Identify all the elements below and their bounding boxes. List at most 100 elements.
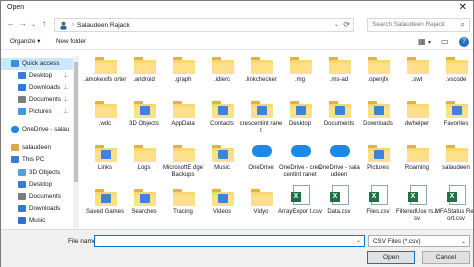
folder-item[interactable]: .swt bbox=[395, 53, 439, 99]
help-icon[interactable]: ? bbox=[459, 37, 469, 47]
sidebar-item-onedrive-salau[interactable]: OneDrive - salau bbox=[1, 124, 73, 136]
chevron-down-icon[interactable]: ⌄ bbox=[356, 237, 361, 244]
special-folder-icon bbox=[212, 185, 234, 207]
sidebar-item-music[interactable]: Music bbox=[1, 215, 73, 227]
special-folder-icon bbox=[134, 185, 156, 207]
special-folder-icon bbox=[212, 141, 234, 163]
folder-item[interactable]: OneDrive - crescentint ranet bbox=[278, 141, 322, 187]
folder-item[interactable]: Tracing bbox=[161, 185, 205, 229]
sidebar-item-salaudeen[interactable]: salaudeen bbox=[1, 142, 73, 154]
onedrive-cloud-icon bbox=[290, 141, 312, 163]
refresh-icon[interactable]: ⟳ bbox=[343, 20, 350, 29]
forward-arrow-icon[interactable]: → bbox=[19, 19, 27, 28]
item-name: .amokexifs orter bbox=[83, 77, 127, 83]
file-type-select[interactable]: CSV Files (*.csv) ⌄ bbox=[368, 235, 470, 247]
onedrive-cloud-icon bbox=[329, 141, 351, 163]
sidebar-item-desktop[interactable]: Desktop bbox=[1, 179, 73, 191]
file-item[interactable]: X Data.csv bbox=[317, 185, 361, 229]
organize-button[interactable]: Organize ▾ bbox=[10, 38, 40, 45]
sidebar-item-label: Desktop bbox=[29, 181, 53, 188]
folder-item[interactable]: Pictures bbox=[356, 141, 400, 187]
folder-item[interactable]: Documents bbox=[317, 97, 361, 143]
sidebar-item-downloads[interactable]: Downloads ⊥ bbox=[1, 82, 73, 94]
sidebar-item-downloads[interactable]: Downloads bbox=[1, 203, 73, 215]
folder-item[interactable]: AppData bbox=[161, 97, 205, 143]
address-bar[interactable]: › Salaudeen Rajack ⌄ ⟳ bbox=[54, 18, 354, 32]
folder-item[interactable]: salaudeen bbox=[434, 141, 473, 187]
view-chevron-icon[interactable]: ▾ bbox=[428, 39, 431, 46]
sidebar-item-3d-objects[interactable]: 3D Objects bbox=[1, 167, 73, 179]
view-options-icon[interactable]: ▦ bbox=[418, 37, 426, 46]
file-item[interactable]: X MFAStatus Report.csv bbox=[434, 185, 473, 229]
preview-pane-icon[interactable]: ▭ bbox=[441, 37, 449, 46]
dialog-footer: File name: ⌄ CSV Files (*.csv) ⌄ Open Ca… bbox=[1, 229, 473, 267]
navigation-scrollbar[interactable] bbox=[73, 56, 79, 228]
item-name: Pictures bbox=[367, 165, 389, 171]
special-folder-icon bbox=[134, 97, 156, 119]
folder-item[interactable]: Roaming bbox=[395, 141, 439, 187]
close-icon[interactable]: ✕ bbox=[459, 2, 467, 13]
folder-item[interactable]: Downloads bbox=[356, 97, 400, 143]
open-dialog: Open ✕ ← → ⌄ ↑ › Salaudeen Rajack ⌄ ⟳ Se… bbox=[0, 0, 474, 267]
folder-item[interactable]: .vscode bbox=[434, 53, 473, 99]
file-item[interactable]: X Files.csv bbox=[356, 185, 400, 229]
search-placeholder: Search Salaudeen Rajack bbox=[372, 21, 445, 28]
search-input[interactable]: Search Salaudeen Rajack ⌕ bbox=[367, 18, 470, 32]
folder-item[interactable]: .openjfx bbox=[356, 53, 400, 99]
new-folder-button[interactable]: New folder bbox=[56, 38, 86, 45]
sidebar-item-quick-access[interactable]: Quick access bbox=[1, 58, 73, 70]
folder-icon bbox=[173, 141, 195, 163]
star-icon bbox=[11, 60, 19, 67]
chevron-down-icon[interactable]: ⌄ bbox=[334, 21, 339, 28]
folder-item[interactable]: Searches bbox=[122, 185, 166, 229]
folder-item[interactable]: .amokexifs orter bbox=[83, 53, 127, 99]
folder-icon bbox=[446, 53, 468, 75]
navigation-bar: ← → ⌄ ↑ › Salaudeen Rajack ⌄ ⟳ Search Sa… bbox=[1, 16, 473, 34]
sidebar-item-label: Downloads bbox=[29, 205, 61, 212]
back-arrow-icon[interactable]: ← bbox=[7, 19, 15, 28]
folder-item[interactable]: dwhelper bbox=[395, 97, 439, 143]
folder-item[interactable]: .linkchecker bbox=[239, 53, 283, 99]
folder-item[interactable]: OneDrive bbox=[239, 141, 283, 187]
folder-item[interactable]: Favorites bbox=[434, 97, 473, 143]
sidebar-item-documents[interactable]: Documents ⊥ bbox=[1, 94, 73, 106]
search-icon: ⌕ bbox=[460, 20, 465, 29]
cancel-button[interactable]: Cancel bbox=[422, 251, 470, 264]
folder-item[interactable]: .wdc bbox=[83, 97, 127, 143]
sidebar-item-desktop[interactable]: Desktop ⊥ bbox=[1, 70, 73, 82]
folder-item[interactable]: .idlerc bbox=[200, 53, 244, 99]
folder-item[interactable]: Contacts bbox=[200, 97, 244, 143]
file-item[interactable]: X FilteredUse rs.csv bbox=[395, 185, 439, 229]
folder-item[interactable]: Music bbox=[200, 141, 244, 187]
folder-item[interactable]: Desktop bbox=[278, 97, 322, 143]
folder-item[interactable]: OneDrive - salaudeen bbox=[317, 141, 361, 187]
file-name-input[interactable]: ⌄ bbox=[94, 235, 365, 247]
folder-item[interactable]: crescentint ranet bbox=[239, 97, 283, 143]
folder-item[interactable]: Videos bbox=[200, 185, 244, 229]
sidebar-item-pictures[interactable]: Pictures ⊥ bbox=[1, 106, 73, 118]
sidebar-item-this-pc[interactable]: This PC bbox=[1, 154, 73, 166]
sidebar-item-documents[interactable]: Documents bbox=[1, 191, 73, 203]
folder-item[interactable]: Vidyo bbox=[239, 185, 283, 229]
folder-item[interactable]: Saved Games bbox=[83, 185, 127, 229]
folder-item[interactable]: MicrosoftE dgeBackups bbox=[161, 141, 205, 187]
folder-item[interactable]: Links bbox=[83, 141, 127, 187]
folder-item[interactable]: .graph bbox=[161, 53, 205, 99]
folder-badge-icon bbox=[335, 106, 345, 115]
folder-item[interactable]: Logs bbox=[122, 141, 166, 187]
excel-csv-icon: X bbox=[290, 185, 312, 207]
folder-item[interactable]: 3D Objects bbox=[122, 97, 166, 143]
file-item[interactable]: X ArrayExpor t.csv bbox=[278, 185, 322, 229]
special-folder-icon bbox=[329, 97, 351, 119]
open-button[interactable]: Open bbox=[367, 251, 415, 264]
up-arrow-icon[interactable]: ↑ bbox=[42, 19, 46, 28]
folder-item[interactable]: .ms-ad bbox=[317, 53, 361, 99]
scrollbar-thumb[interactable] bbox=[74, 62, 78, 182]
sidebar-item-label: OneDrive - salau bbox=[22, 126, 70, 133]
item-name: Vidyo bbox=[253, 209, 269, 215]
breadcrumb[interactable]: Salaudeen Rajack bbox=[77, 22, 130, 29]
folder-item[interactable]: .android bbox=[122, 53, 166, 99]
recent-locations-icon[interactable]: ⌄ bbox=[31, 21, 36, 28]
folder-item[interactable]: .mg bbox=[278, 53, 322, 99]
sidebar-item-label: Documents bbox=[29, 193, 61, 200]
